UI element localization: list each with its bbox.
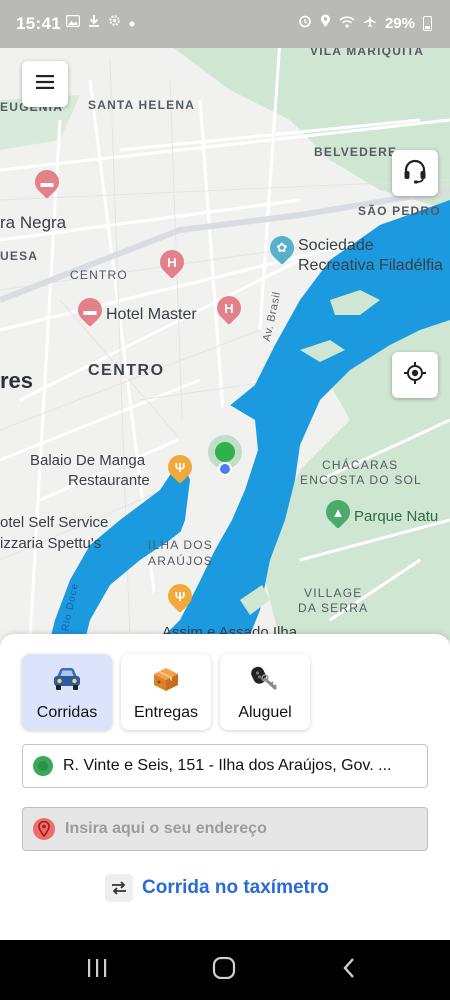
tab-aluguel-label: Aluguel [238, 704, 292, 721]
current-location-dot [218, 462, 232, 476]
download-icon [88, 14, 100, 30]
image-icon [65, 14, 81, 30]
map-label-uesa: UESA [0, 249, 39, 263]
tab-entregas[interactable]: Entregas [121, 654, 211, 730]
origin-dot-icon [33, 756, 53, 776]
origin-address[interactable]: R. Vinte e Seis, 151 - Ilha dos Araújos,… [63, 757, 423, 775]
system-nav-bar [0, 940, 450, 1000]
menu-button[interactable] [22, 61, 68, 107]
club-pin-icon[interactable]: ✿ [265, 231, 299, 265]
battery-icon [423, 15, 432, 31]
destination-field[interactable] [22, 807, 428, 851]
status-system-icons: 29% [298, 14, 432, 32]
hotel-pin-icon[interactable]: ▬ [30, 165, 64, 199]
headset-icon [402, 158, 428, 189]
wifi-icon [339, 15, 355, 32]
settings-icon [108, 14, 121, 30]
tab-corridas[interactable]: Corridas [22, 654, 112, 730]
map-label-sao-pedro: SÃO PEDRO [358, 204, 441, 218]
map-label-chacaras-2: ENCOSTA DO SOL [300, 473, 422, 487]
map-label-village-2: DA SERRA [298, 601, 369, 615]
map-label-hotel-self: otel Self Service [0, 514, 109, 531]
map-pin-icon [33, 818, 55, 840]
origin-field[interactable]: R. Vinte e Seis, 151 - Ilha dos Araújos,… [22, 744, 428, 788]
map-label-parque: Parque Natu [354, 508, 439, 525]
hospital-pin-icon[interactable]: H [155, 245, 189, 279]
service-tabs: Corridas Entregas Aluguel [22, 654, 310, 730]
hotel-master-pin-icon[interactable]: ▬ [73, 293, 107, 327]
map-label-ra-negra: ra Negra [0, 213, 67, 232]
tab-aluguel[interactable]: Aluguel [220, 654, 310, 730]
back-icon [342, 957, 356, 984]
map-label-centro-small: CENTRO [70, 268, 128, 282]
pickup-marker-icon[interactable] [215, 442, 235, 462]
location-icon [320, 14, 331, 32]
map-label-recreativa: Recreativa Filadélfia [298, 257, 443, 274]
airplane-icon [363, 14, 377, 32]
support-button[interactable] [392, 150, 438, 196]
map-label-belvedere: BELVEDERE [314, 145, 398, 159]
restaurant-pin-icon[interactable]: Ψ [163, 450, 197, 484]
map-label-hotel-master: Hotel Master [106, 306, 197, 323]
alarm-icon [298, 14, 312, 32]
destination-input[interactable] [65, 820, 415, 838]
tab-corridas-label: Corridas [36, 704, 98, 721]
map-label-santa-helena: SANTA HELENA [88, 98, 196, 112]
menu-icon [36, 74, 54, 94]
recenter-button[interactable] [392, 352, 438, 398]
swap-arrows-icon [105, 874, 133, 902]
map-label-village-1: VILLAGE [304, 586, 363, 600]
ride-request-sheet: Corridas Entregas Aluguel R. Vinte e Sei… [0, 634, 450, 940]
map-label-pizzaria: izzaria Spettu's [0, 535, 102, 552]
map-label-centro-big: CENTRO [88, 362, 165, 379]
taximeter-link[interactable]: Corrida no taxímetro [105, 874, 329, 902]
car-icon [50, 664, 84, 694]
status-notification-icons [65, 14, 135, 30]
map-label-sociedade: Sociedade [298, 237, 374, 254]
battery-percent: 29% [384, 14, 415, 32]
map-label-balaio-2: Restaurante [68, 472, 150, 489]
gps-icon [403, 361, 427, 390]
tab-entregas-label: Entregas [133, 704, 199, 721]
home-icon [212, 956, 236, 984]
package-icon [149, 664, 183, 694]
map-label-balaio-1: Balaio De Manga [30, 452, 146, 469]
map-label-ilha-2: ARAÚJOS [148, 554, 214, 568]
car-keys-icon [248, 664, 282, 694]
recent-apps-icon [86, 958, 108, 983]
park-pin-icon[interactable]: ▲ [321, 495, 355, 529]
recent-apps-button[interactable] [82, 956, 112, 984]
dot-icon [129, 15, 135, 30]
back-button[interactable] [334, 956, 364, 984]
home-button[interactable] [209, 956, 239, 984]
map-label-res: res [0, 368, 34, 393]
taximeter-label[interactable]: Corrida no taxímetro [142, 877, 329, 899]
restaurant-pin-icon-2[interactable]: Ψ [163, 579, 197, 613]
status-time: 15:41 [16, 14, 61, 33]
map-label-ilha-1: ILHA DOS [148, 538, 213, 552]
status-bar: 15:41 29% [0, 0, 450, 48]
map-label-chacaras-1: CHÁCARAS [322, 458, 399, 472]
hospital-pin-icon-2[interactable]: H [212, 291, 246, 325]
